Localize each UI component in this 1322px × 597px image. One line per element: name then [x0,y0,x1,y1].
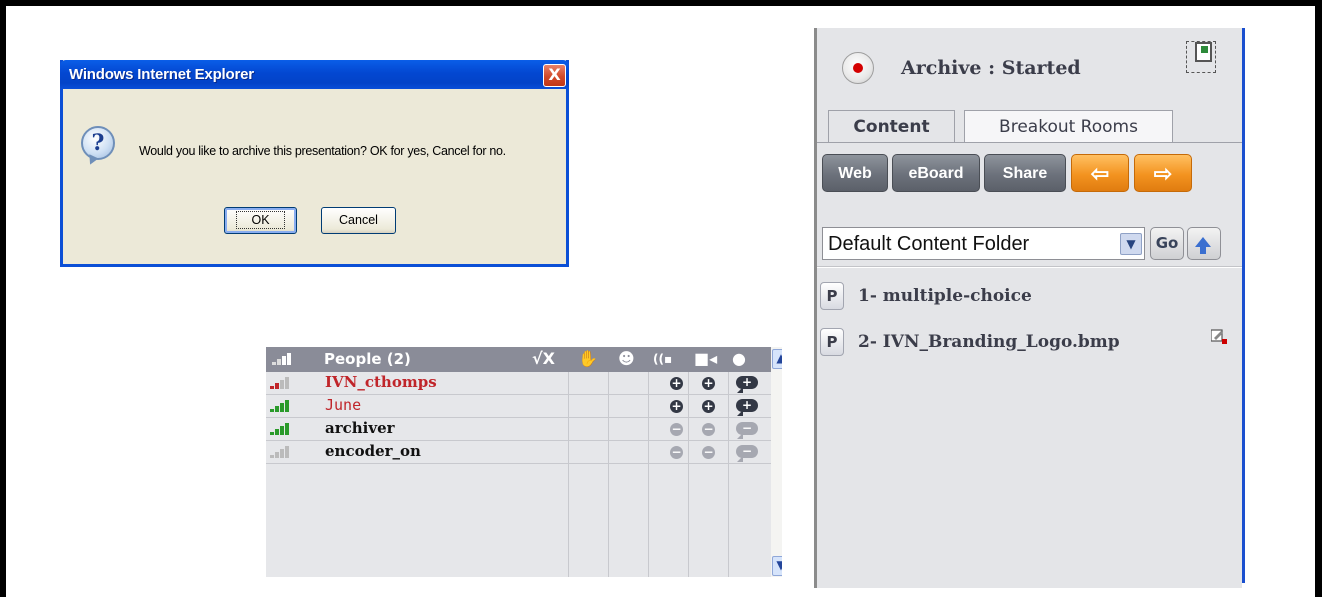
close-button[interactable]: X [543,64,566,87]
chevron-down-icon[interactable]: ▼ [1120,233,1142,255]
signal-bars-icon [270,446,290,458]
signal-bars-icon [270,400,290,412]
add-video-icon[interactable]: + [702,377,715,390]
user-name: archiver [325,419,395,437]
dialog-message: Would you like to archive this presentat… [139,144,506,158]
archive-status: Archive : Started [901,57,1081,79]
divider [817,266,1242,268]
share-button[interactable]: Share [984,154,1066,192]
arrow-right-icon[interactable]: ⇨ [1134,154,1192,192]
signal-bars-icon [270,423,290,435]
remove-audio-icon[interactable]: − [670,446,683,459]
audio-icon[interactable]: ((▪ [653,352,672,366]
add-chat-icon[interactable]: + [736,399,758,416]
content-item[interactable]: P 1- multiple-choice [817,278,1242,314]
remove-video-icon[interactable]: − [702,423,715,436]
user-name: IVN_cthomps [325,373,437,391]
video-icon[interactable]: ■◂ [694,349,717,368]
add-video-icon[interactable]: + [702,400,715,413]
content-folder-value: Default Content Folder [828,233,1030,255]
chat-icon[interactable]: ● [732,349,746,368]
smiley-icon[interactable]: ☻ [618,349,635,368]
add-audio-icon[interactable]: + [670,400,683,413]
people-panel: People (2) √X ✋ ☻ ((▪ ■◂ ● ▲ ▼ IVN_cthom… [266,347,782,577]
presentation-badge: P [820,282,844,310]
people-row[interactable]: June + + + [266,395,771,418]
presentation-badge: P [820,328,844,356]
check-x-icon[interactable]: √X [532,349,555,368]
eboard-button[interactable]: eBoard [892,154,980,192]
user-name: June [325,396,362,414]
panel-edge [1242,28,1245,583]
people-row[interactable]: IVN_cthomps + + + [266,372,771,395]
edit-icon[interactable] [1211,328,1227,344]
content-folder-select[interactable]: Default Content Folder ▼ [822,227,1145,260]
remove-chat-icon[interactable]: − [736,445,758,462]
go-button[interactable]: Go [1150,227,1184,260]
tab-divider [817,142,1242,143]
upload-icon[interactable] [1187,227,1221,260]
confirm-dialog: Windows Internet Explorer X ? Would you … [60,60,569,267]
remove-audio-icon[interactable]: − [670,423,683,436]
remove-chat-icon[interactable]: − [736,422,758,439]
add-audio-icon[interactable]: + [670,377,683,390]
content-panel: Archive : Started Content Breakout Rooms… [814,28,1245,588]
people-scrollbar[interactable]: ▲ ▼ [771,347,782,577]
raise-hand-icon[interactable]: ✋ [578,349,598,368]
dialog-title: Windows Internet Explorer [69,66,254,83]
arrow-left-icon[interactable]: ⇦ [1071,154,1129,192]
tab-content[interactable]: Content [828,110,955,143]
remove-video-icon[interactable]: − [702,446,715,459]
user-name: encoder_on [325,442,421,460]
popout-icon[interactable] [1186,41,1216,73]
signal-bars-icon [272,353,292,365]
record-button[interactable] [842,52,874,84]
question-icon: ? [81,126,115,160]
people-title: People (2) [324,350,411,368]
scroll-up-button[interactable]: ▲ [772,349,782,369]
people-row[interactable]: archiver − − − [266,418,771,441]
content-item[interactable]: P 2- IVN_Branding_Logo.bmp [817,324,1242,360]
content-item-name: 2- IVN_Branding_Logo.bmp [858,332,1120,352]
tab-breakout-rooms[interactable]: Breakout Rooms [964,110,1173,143]
web-button[interactable]: Web [822,154,888,192]
people-header: People (2) √X ✋ ☻ ((▪ ■◂ ● [266,347,771,372]
scroll-down-button[interactable]: ▼ [772,556,782,576]
ok-button-label: OK [236,211,285,229]
people-row[interactable]: encoder_on − − − [266,441,771,464]
cancel-button[interactable]: Cancel [321,207,396,234]
content-item-name: 1- multiple-choice [858,286,1032,306]
add-chat-icon[interactable]: + [736,376,758,393]
signal-bars-icon [270,377,290,389]
ok-button[interactable]: OK [224,207,297,234]
dialog-title-bar[interactable]: Windows Internet Explorer X [60,60,569,89]
